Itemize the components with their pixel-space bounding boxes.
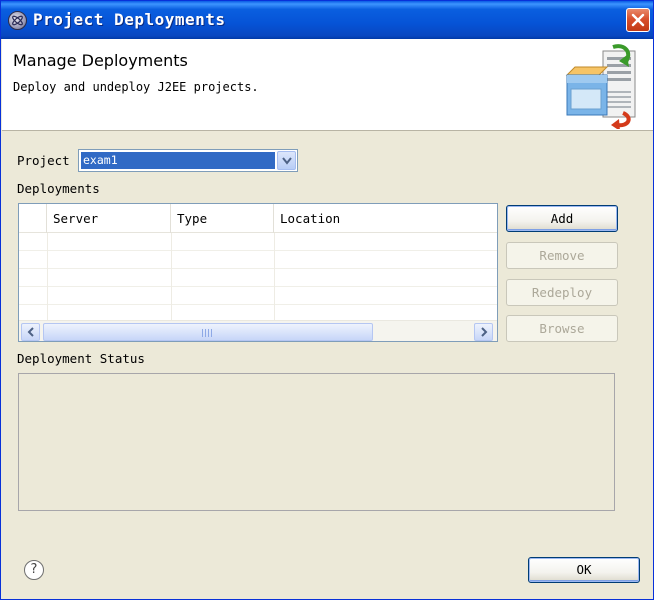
project-label: Project — [17, 153, 70, 168]
table-row[interactable] — [19, 287, 497, 305]
table-row[interactable] — [19, 233, 497, 251]
deployment-status-label: Deployment Status — [17, 351, 145, 366]
dialog-header: Manage Deployments Deploy and undeploy J… — [2, 39, 653, 131]
table-header-checkbox-column — [19, 204, 47, 233]
browse-button[interactable]: Browse — [506, 315, 618, 342]
header-description: Deploy and undeploy J2EE projects. — [13, 80, 259, 94]
table-row[interactable] — [19, 251, 497, 269]
dialog-window: Project Deployments Manage Deployments D… — [0, 0, 654, 600]
horizontal-scrollbar[interactable] — [19, 320, 497, 341]
column-divider — [274, 233, 275, 323]
help-icon[interactable]: ? — [24, 560, 44, 580]
chevron-down-icon — [282, 157, 292, 165]
scrollbar-grip-icon — [202, 329, 214, 337]
close-button[interactable] — [626, 8, 650, 32]
deployment-banner-icon — [565, 44, 636, 129]
column-divider — [47, 233, 48, 323]
arrow-right-icon — [481, 327, 488, 337]
scrollbar-thumb[interactable] — [43, 323, 373, 341]
redeploy-button[interactable]: Redeploy — [506, 279, 618, 306]
deployment-status-area[interactable] — [18, 373, 615, 511]
column-header-type[interactable]: Type — [171, 204, 274, 233]
table-row[interactable] — [19, 269, 497, 287]
scroll-right-button[interactable] — [474, 323, 493, 341]
header-title: Manage Deployments — [13, 51, 188, 70]
column-header-location[interactable]: Location — [274, 204, 497, 233]
project-combo-value: exam1 — [81, 152, 275, 169]
remove-button[interactable]: Remove — [506, 242, 618, 269]
scroll-left-button[interactable] — [21, 323, 40, 341]
arrow-left-icon — [27, 327, 34, 337]
title-bar[interactable]: Project Deployments — [1, 1, 653, 39]
ok-button[interactable]: OK — [528, 557, 640, 583]
project-combo[interactable]: exam1 — [78, 149, 298, 172]
deployments-label: Deployments — [17, 181, 100, 196]
eclipse-icon — [8, 11, 27, 30]
combo-dropdown-button[interactable] — [277, 151, 296, 170]
close-icon — [631, 13, 645, 27]
add-button[interactable]: Add — [506, 205, 618, 232]
deployments-table[interactable]: Server Type Location — [18, 203, 498, 342]
window-title: Project Deployments — [33, 10, 226, 29]
table-header: Server Type Location — [19, 204, 497, 233]
column-header-server[interactable]: Server — [47, 204, 171, 233]
column-divider — [171, 233, 172, 323]
